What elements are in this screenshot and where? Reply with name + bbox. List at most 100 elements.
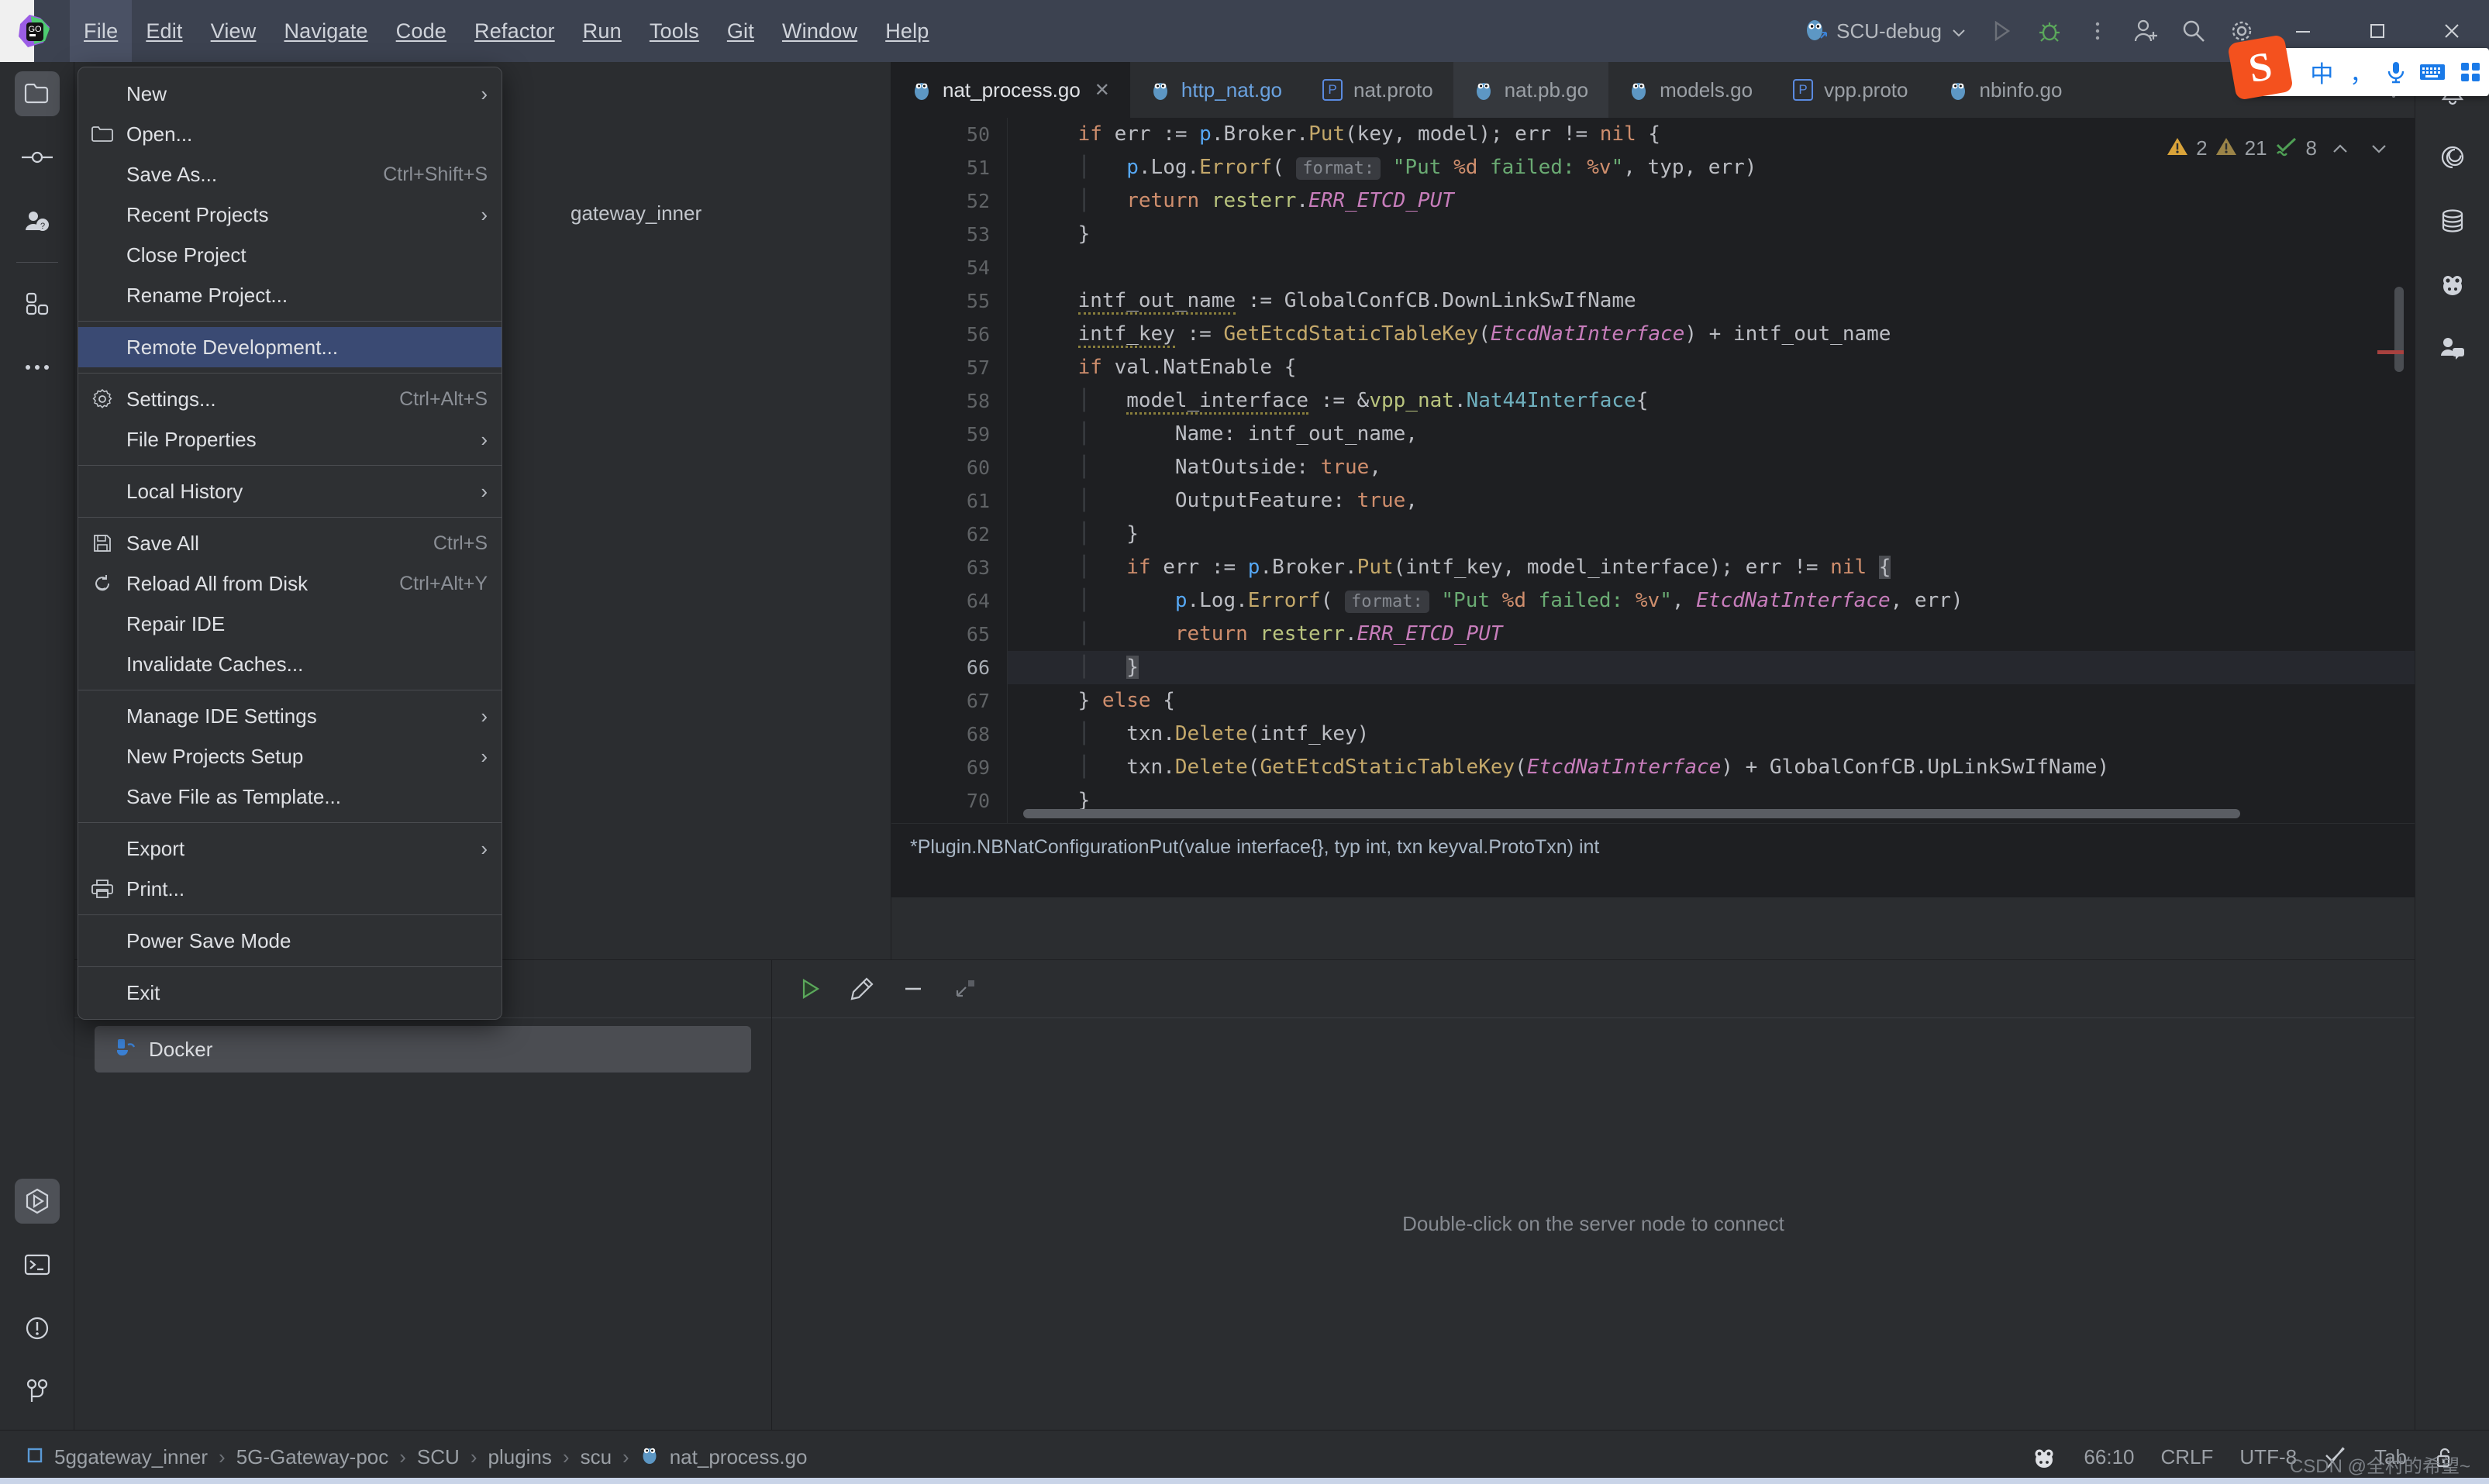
close-icon[interactable]: ✕ (1095, 79, 1110, 102)
editor-tab-models-go[interactable]: models.go (1608, 62, 1773, 118)
breadcrumb-item[interactable]: nat_process.go (670, 1445, 808, 1469)
menu-item-settings[interactable]: Settings... Ctrl+Alt+S (78, 379, 502, 419)
menu-help[interactable]: Help (871, 0, 943, 62)
sidebar-item-gopher[interactable] (2415, 253, 2489, 316)
sidebar-item-project[interactable] (0, 62, 74, 126)
services-tree[interactable]: Docker (74, 1017, 771, 1430)
inspection-widget[interactable]: 2 21 8 (2167, 136, 2394, 160)
menu-item-new[interactable]: New › (78, 74, 502, 114)
expand-icon[interactable] (943, 967, 986, 1011)
pull-requests-icon: ? (15, 198, 60, 243)
add-collaborator-icon[interactable] (2122, 0, 2170, 62)
debug-button[interactable] (2025, 0, 2074, 62)
menu-item-export[interactable]: Export › (78, 828, 502, 869)
menu-bar[interactable]: File Edit View Navigate Code Refactor Ru… (70, 0, 943, 62)
menu-item-close-project[interactable]: Close Project (78, 235, 502, 275)
sidebar-item-database[interactable] (2415, 189, 2489, 253)
menu-refactor[interactable]: Refactor (460, 0, 569, 62)
menu-item-manage-ide-settings[interactable]: Manage IDE Settings › (78, 696, 502, 736)
sidebar-item-code-with-me[interactable] (2415, 316, 2489, 380)
breadcrumb-item[interactable]: 5G-Gateway-poc (236, 1445, 389, 1469)
menu-tools[interactable]: Tools (636, 0, 713, 62)
menu-item-settings-label: Settings... (126, 387, 216, 411)
chevron-up-icon[interactable] (2325, 136, 2356, 160)
error-stripe-mark[interactable] (2377, 350, 2404, 354)
sidebar-item-more-tool-windows[interactable] (0, 336, 74, 399)
menu-item-exit[interactable]: Exit (78, 973, 502, 1013)
breadcrumb-item[interactable]: scu (581, 1445, 612, 1469)
edit-icon[interactable] (840, 967, 884, 1011)
chevron-down-icon[interactable] (2363, 136, 2394, 160)
editor-tab-nat-proto[interactable]: P nat.proto (1302, 62, 1453, 118)
code-editor[interactable]: 50 51 52 53 54 55 56 57 58 59 60 61 62 6… (891, 118, 2415, 823)
editor-tab-nat-pb-go[interactable]: nat.pb.go (1453, 62, 1609, 118)
ime-punctuation-mode[interactable]: ， (2346, 55, 2378, 89)
sidebar-item-ai-assistant[interactable] (2415, 126, 2489, 189)
menu-item-save-all[interactable]: Save All Ctrl+S (78, 523, 502, 563)
sidebar-item-git-branch[interactable] (0, 1360, 74, 1424)
sidebar-item-terminal[interactable] (0, 1233, 74, 1296)
run-icon[interactable] (789, 967, 833, 1011)
breadcrumb-item[interactable]: SCU (417, 1445, 460, 1469)
menu-navigate-label: Navigate (284, 19, 368, 43)
search-icon[interactable] (2170, 0, 2218, 62)
menu-item-power-save-mode[interactable]: Power Save Mode (78, 921, 502, 961)
menu-window[interactable]: Window (768, 0, 871, 62)
more-actions-button[interactable] (2074, 0, 2122, 62)
menu-item-open[interactable]: Open... (78, 114, 502, 154)
editor-tab-vpp-proto[interactable]: P vpp.proto (1773, 62, 1928, 118)
code-content[interactable]: if err := p.Broker.Put(key, model); err … (1008, 118, 2415, 823)
scrollbar-horizontal[interactable] (1023, 809, 2376, 818)
gopher-status-icon[interactable] (2031, 1446, 2057, 1469)
list-item[interactable]: Docker (95, 1026, 751, 1073)
menu-item-remote-development[interactable]: Remote Development... (78, 327, 502, 367)
line-separator[interactable]: CRLF (2161, 1445, 2214, 1469)
menu-item-repair-ide[interactable]: Repair IDE (78, 604, 502, 644)
breadcrumb-item[interactable]: 5ggateway_inner (54, 1445, 208, 1469)
editor-tab-nbinfo-go[interactable]: nbinfo.go (1928, 62, 2082, 118)
editor-tab-http-nat-go[interactable]: http_nat.go (1130, 62, 1302, 118)
sidebar-item-services-run[interactable] (0, 1169, 74, 1233)
menu-item-rename-project[interactable]: Rename Project... (78, 275, 502, 315)
run-button[interactable] (1977, 0, 2025, 62)
breadcrumb-item[interactable]: plugins (488, 1445, 552, 1469)
sidebar-item-pull-requests[interactable]: ? (0, 189, 74, 253)
sogou-logo-icon[interactable]: S (2227, 34, 2294, 101)
scrollbar-vertical-thumb[interactable] (2394, 287, 2404, 372)
toolbox-icon[interactable] (2452, 61, 2489, 83)
menu-code[interactable]: Code (382, 0, 460, 62)
menu-separator (78, 966, 502, 967)
goland-window: GO File Edit View Navigate Code Refactor… (0, 0, 2489, 1484)
services-detail-pane: Double-click on the server node to conne… (772, 960, 2415, 1430)
caret-position[interactable]: 66:10 (2084, 1445, 2134, 1469)
ime-language-mode[interactable]: 中 (2298, 55, 2346, 89)
menu-item-save-as[interactable]: Save As... Ctrl+Shift+S (78, 154, 502, 195)
menu-navigate[interactable]: Navigate (270, 0, 381, 62)
run-configuration-selector[interactable]: SCU-debug (1793, 18, 1977, 44)
voice-input-icon[interactable] (2377, 60, 2414, 84)
menu-view[interactable]: View (197, 0, 271, 62)
sidebar-item-services-blocks[interactable] (0, 272, 74, 336)
menu-item-save-file-as-template[interactable]: Save File as Template... (78, 776, 502, 817)
menu-item-reload-all-from-disk[interactable]: Reload All from Disk Ctrl+Alt+Y (78, 563, 502, 604)
menu-separator (78, 465, 502, 466)
project-tree-node-label[interactable]: gateway_inner (571, 201, 702, 226)
menu-item-print[interactable]: Print... (78, 869, 502, 909)
services-detail-toolbar (772, 960, 2415, 1017)
file-encoding[interactable]: UTF-8 (2239, 1445, 2297, 1469)
menu-item-invalidate-caches[interactable]: Invalidate Caches... (78, 644, 502, 684)
menu-item-new-projects-setup[interactable]: New Projects Setup › (78, 736, 502, 776)
sidebar-item-problems[interactable] (0, 1296, 74, 1360)
sidebar-item-commit[interactable] (0, 126, 74, 189)
menu-file[interactable]: File (70, 0, 133, 62)
menu-item-file-properties[interactable]: File Properties › (78, 419, 502, 460)
menu-edit[interactable]: Edit (132, 0, 196, 62)
menu-item-local-history[interactable]: Local History › (78, 471, 502, 511)
menu-run[interactable]: Run (569, 0, 636, 62)
remove-icon[interactable] (891, 967, 935, 1011)
editor-tab-nat-process-go[interactable]: nat_process.go ✕ (891, 62, 1130, 118)
menu-git[interactable]: Git (713, 0, 768, 62)
scrollbar-horizontal-thumb[interactable] (1023, 809, 2240, 818)
menu-item-recent-projects[interactable]: Recent Projects › (78, 195, 502, 235)
soft-keyboard-icon[interactable] (2414, 62, 2452, 82)
